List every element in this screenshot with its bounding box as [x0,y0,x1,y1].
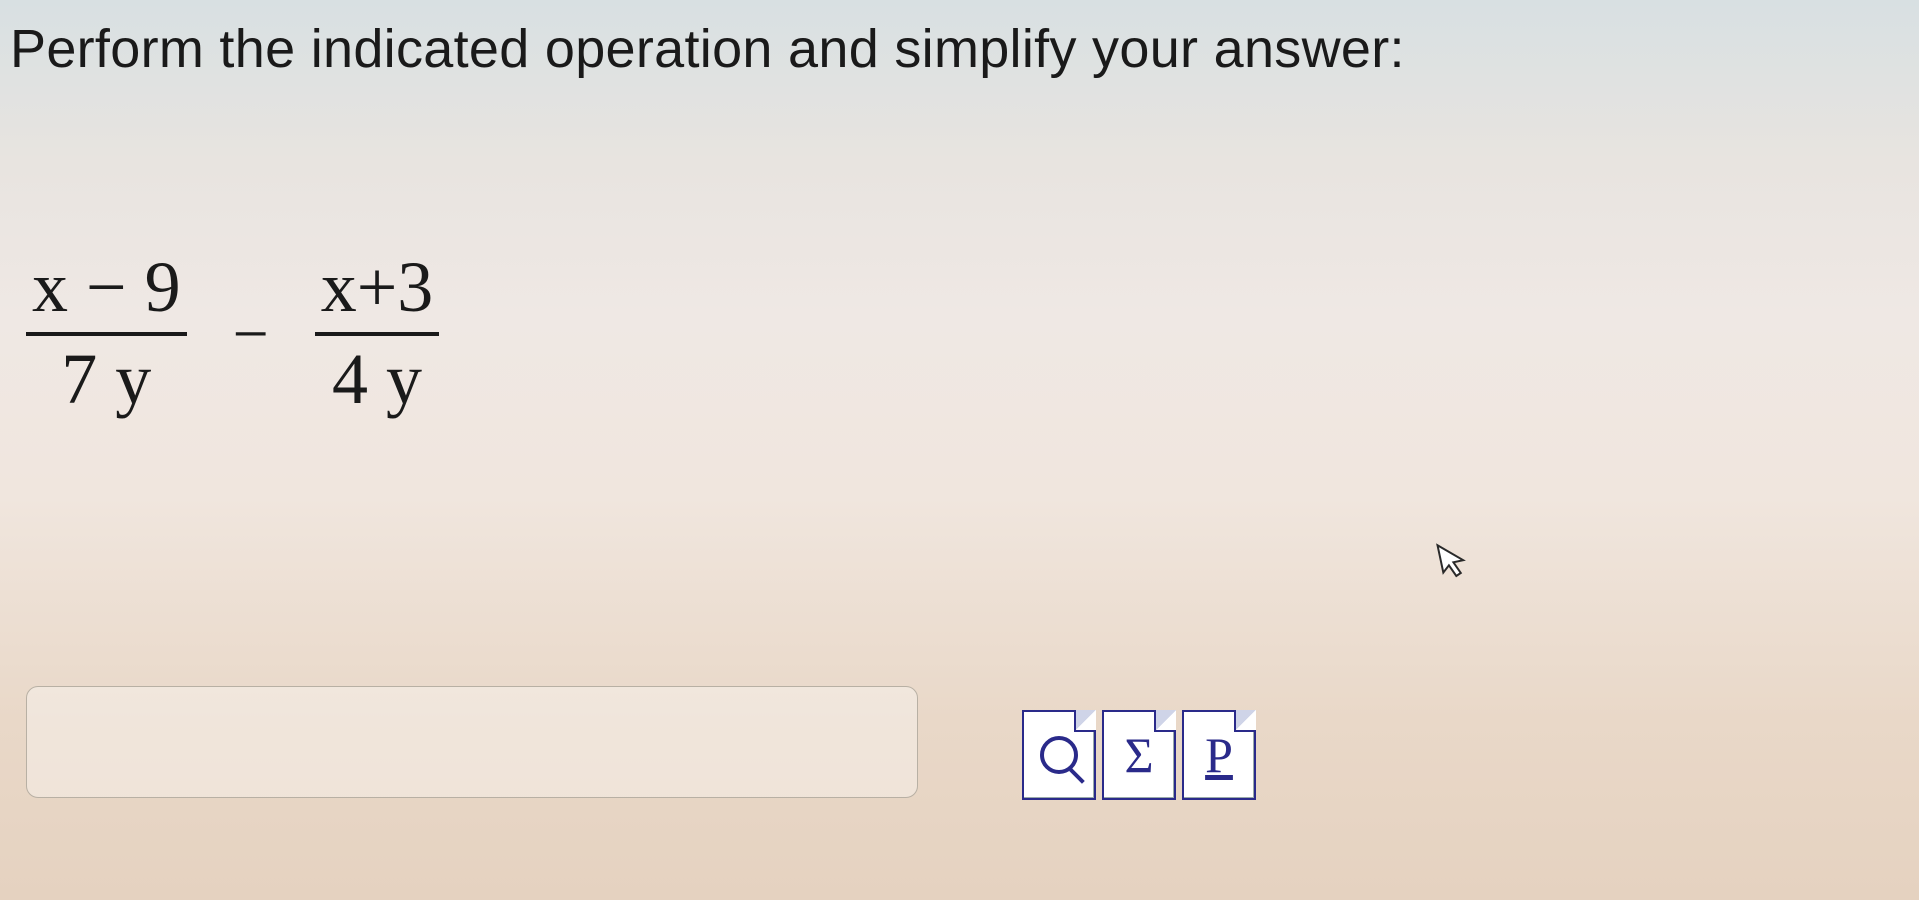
dogear-icon [1154,710,1176,732]
answer-input[interactable] [26,686,918,798]
minus-operator: − [229,297,273,371]
equation-editor-button[interactable]: Σ [1102,710,1176,800]
question-prompt: Perform the indicated operation and simp… [10,18,1405,80]
help-button[interactable]: P [1182,710,1256,800]
fraction-1: x − 9 7 y [26,250,187,417]
dogear-icon [1074,710,1096,732]
magnifier-icon [1040,736,1078,774]
p-icon: P [1205,726,1233,784]
fraction-1-numerator: x − 9 [26,250,187,326]
fraction-2-numerator: x+3 [315,250,440,326]
cursor-icon [1435,537,1475,592]
fraction-1-denominator: 7 y [55,342,157,418]
toolbar: Σ P [1022,710,1256,800]
fraction-2-denominator: 4 y [326,342,428,418]
fraction-1-bar [26,332,187,336]
fraction-2: x+3 4 y [315,250,440,417]
fraction-2-bar [315,332,440,336]
preview-button[interactable] [1022,710,1096,800]
dogear-icon [1234,710,1256,732]
sigma-icon: Σ [1124,726,1153,784]
equation-display: x − 9 7 y − x+3 4 y [26,250,439,417]
